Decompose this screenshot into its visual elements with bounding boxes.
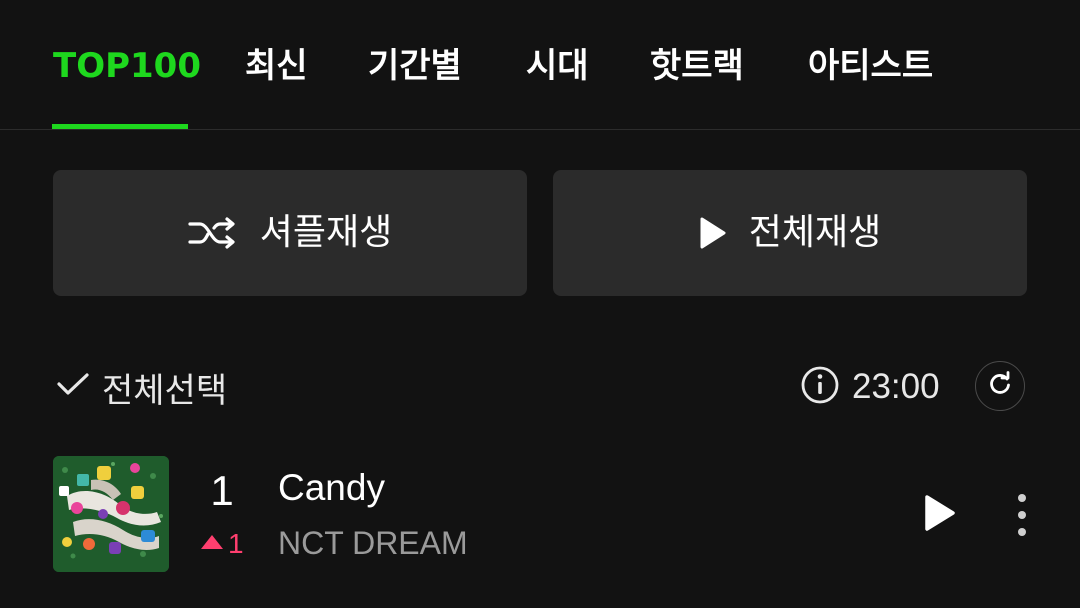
check-icon [56, 372, 90, 402]
refresh-icon [987, 371, 1013, 401]
play-icon [699, 216, 727, 250]
refresh-button[interactable] [975, 361, 1025, 411]
tab-artist[interactable]: 아티스트 [808, 44, 933, 88]
shuffle-play-label: 셔플재생 [259, 212, 393, 253]
tab-era[interactable]: 시대 [526, 44, 589, 88]
song-artist[interactable]: NCT DREAM [278, 523, 468, 563]
select-all-label: 전체선택 [102, 370, 228, 411]
chart-update-time: 23:00 [800, 364, 940, 410]
song-more-button[interactable] [1004, 490, 1040, 544]
album-cover[interactable] [53, 456, 169, 572]
rank-change-value: 1 [228, 528, 244, 559]
tab-period[interactable]: 기간별 [368, 44, 462, 88]
song-play-button[interactable] [912, 490, 968, 540]
tab-top100[interactable]: TOP100 [53, 44, 201, 88]
triangle-up-icon [200, 534, 224, 554]
select-all-toggle[interactable]: 전체선택 [56, 362, 227, 412]
play-all-button[interactable]: 전체재생 [553, 170, 1027, 296]
song-title[interactable]: Candy [278, 466, 385, 510]
active-tab-indicator [52, 124, 188, 129]
shuffle-icon [188, 216, 238, 250]
tab-hottrack[interactable]: 핫트랙 [650, 44, 744, 88]
more-vertical-icon [1017, 493, 1027, 541]
chart-tab-bar: TOP100 최신 기간별 시대 핫트랙 아티스트 [0, 0, 1080, 130]
rank-change: 1 [200, 527, 244, 561]
shuffle-play-button[interactable]: 셔플재생 [53, 170, 527, 296]
song-rank: 1 [210, 467, 234, 514]
play-all-label: 전체재생 [748, 212, 882, 253]
info-icon[interactable] [800, 365, 840, 409]
update-time-text: 23:00 [852, 367, 940, 406]
tab-latest[interactable]: 최신 [245, 44, 308, 88]
play-icon [923, 493, 957, 537]
